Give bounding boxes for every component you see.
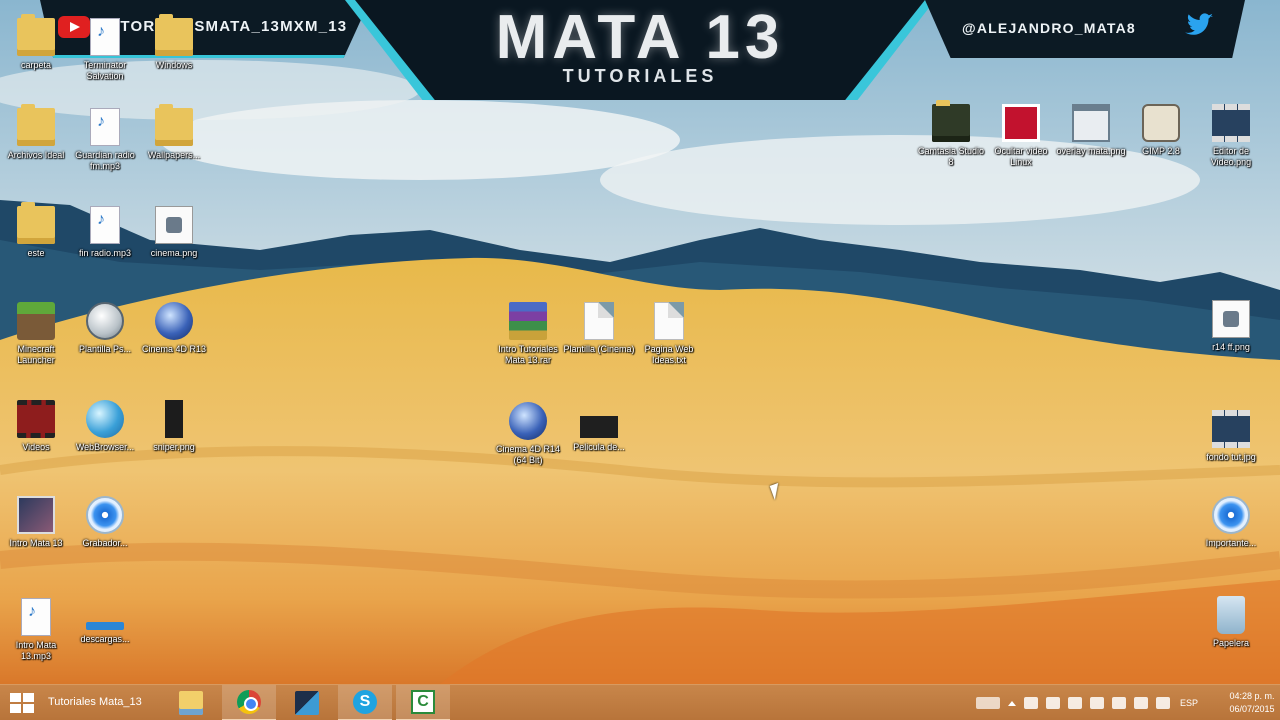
desktop-icon-3[interactable]: Archivos Ideal xyxy=(0,104,72,161)
desktop-icon-4[interactable]: Guardian radio fm.mp3 xyxy=(69,108,141,172)
desktop-icon-17[interactable]: Intro Mata 13.mp3 xyxy=(0,598,72,662)
desktop-icon-21[interactable]: Pagina Web Ideas.txt xyxy=(633,302,705,366)
clock[interactable]: 04:28 p. m. 06/07/2015 xyxy=(1228,690,1276,716)
desktop-icon-30[interactable]: fondo tut.jpg xyxy=(1195,410,1267,463)
desktop-icon-28[interactable]: Editor de Video.png xyxy=(1195,104,1267,168)
desktop-icon-18[interactable]: descargas... xyxy=(69,598,141,645)
clock-date: 06/07/2015 xyxy=(1229,704,1275,714)
round-app-icon xyxy=(86,302,124,340)
desktop-icon-11[interactable]: Cinema 4D R13 xyxy=(138,302,210,355)
desktop-icon-16[interactable]: Grabador... xyxy=(69,496,141,549)
desktop-icon-25[interactable]: Ocultar video Linux xyxy=(985,104,1057,168)
folder-icon xyxy=(17,14,55,56)
gimp-icon xyxy=(1142,104,1180,142)
desktop-icon-5[interactable]: Wallpapers... xyxy=(138,104,210,161)
tool-app-icon xyxy=(295,691,319,715)
recycle-bin-icon xyxy=(1217,596,1245,634)
cinema4d-icon xyxy=(509,402,547,440)
desktop-icon-8[interactable]: cinema.png xyxy=(138,206,210,259)
start-button[interactable] xyxy=(8,691,38,715)
file-explorer-icon xyxy=(179,691,203,715)
camtasia-icon: C xyxy=(411,690,435,714)
winrar-icon xyxy=(509,302,547,340)
taskbar-skype[interactable]: S xyxy=(338,685,392,720)
globe-icon xyxy=(86,400,124,438)
network-icon[interactable] xyxy=(1090,697,1104,709)
desktop-icon-31[interactable]: Importante... xyxy=(1195,496,1267,549)
minecraft-icon xyxy=(17,302,55,340)
film-icon xyxy=(1212,104,1250,142)
folder-icon xyxy=(17,202,55,244)
desktop-icon-10[interactable]: Plantilla Ps... xyxy=(69,302,141,355)
desktop-icon-22[interactable]: Cinema 4D R14 (64 Bit) xyxy=(492,402,564,466)
desktop-icon-15[interactable]: Intro Mata 13 xyxy=(0,496,72,549)
skype-icon: S xyxy=(353,690,377,714)
png-icon xyxy=(155,206,193,244)
desktop-icon-14[interactable]: sniper.png xyxy=(138,400,210,453)
film-icon xyxy=(1212,410,1250,448)
banner-title: MATA 13 xyxy=(495,3,785,72)
desktop-icon-0[interactable]: carpeta xyxy=(0,14,72,71)
camtasia-folder-icon xyxy=(932,100,970,142)
desktop-icon-20[interactable]: Plantilla (Cinema) xyxy=(563,302,635,355)
sniper-image-icon xyxy=(165,400,183,438)
monitor-icon[interactable] xyxy=(1112,697,1126,709)
taskbar-tool[interactable] xyxy=(280,685,334,720)
app-tray-icon[interactable] xyxy=(1068,697,1082,709)
desktop-icon-12[interactable]: Videos xyxy=(0,400,72,453)
folder-icon xyxy=(155,14,193,56)
mp3-icon xyxy=(21,598,51,636)
desktop-icon-27[interactable]: GIMP 2.8 xyxy=(1125,104,1197,157)
show-hidden-icons-icon[interactable] xyxy=(1008,700,1016,706)
desktop-icon-2[interactable]: Windows xyxy=(138,14,210,71)
folder-icon xyxy=(17,104,55,146)
mp3-icon xyxy=(90,18,120,56)
windows-flag-icon[interactable] xyxy=(1046,697,1060,709)
disc-icon xyxy=(1212,496,1250,534)
photo-icon xyxy=(17,496,55,534)
twitter-icon xyxy=(1185,13,1213,35)
taskbar-file-explorer[interactable] xyxy=(164,685,218,720)
clock-time: 04:28 p. m. xyxy=(1229,691,1275,701)
chrome-icon xyxy=(237,690,261,714)
desktop-icon-32[interactable]: Papelera xyxy=(1195,596,1267,649)
desktop-icon-19[interactable]: Intro Tutoriales Mata 13.rar xyxy=(492,302,564,366)
desktop-icon-1[interactable]: Terminator Salvation xyxy=(69,18,141,82)
desktop-icon-13[interactable]: WebBrowser... xyxy=(69,400,141,453)
desktop-icon-29[interactable]: r14 ff.png xyxy=(1195,300,1267,353)
disc-icon xyxy=(86,496,124,534)
folder-icon xyxy=(155,104,193,146)
cinema4d-icon xyxy=(155,302,193,340)
window-image-icon xyxy=(1072,104,1110,142)
banner-subtitle: TUTORIALES xyxy=(562,66,718,86)
taskbar: Tutoriales Mata_13 S C ESP 04:28 p. m. 0… xyxy=(0,684,1280,720)
desktop-icon-24[interactable]: Camtasia Studio 8 xyxy=(915,100,987,168)
desktop-icon-7[interactable]: fin radio.mp3 xyxy=(69,206,141,259)
dropbox-icon[interactable] xyxy=(1024,697,1038,709)
system-tray: ESP xyxy=(972,685,1204,720)
image-icon xyxy=(580,416,618,438)
taskbar-camtasia[interactable]: C xyxy=(396,685,450,720)
desktop-icon-6[interactable]: este xyxy=(0,202,72,259)
banner-twitter-handle: @ALEJANDRO_MATA8 xyxy=(962,20,1136,36)
taskbar-chrome[interactable] xyxy=(222,685,276,720)
language-indicator[interactable]: ESP xyxy=(1180,698,1198,708)
video-icon xyxy=(17,400,55,438)
mp3-icon xyxy=(90,206,120,244)
desktop-icon-23[interactable]: Pelicula de... xyxy=(563,402,635,453)
video-tile-icon xyxy=(1002,104,1040,142)
desktop-icon-26[interactable]: overlay mata.png xyxy=(1055,104,1127,157)
volume-icon[interactable] xyxy=(1156,697,1170,709)
png-icon xyxy=(1212,300,1250,338)
document-icon xyxy=(654,302,684,340)
desktop-icon-9[interactable]: Minecraft Launcher xyxy=(0,302,72,366)
active-window-title[interactable]: Tutoriales Mata_13 xyxy=(48,696,142,708)
keyboard-icon[interactable] xyxy=(976,697,1000,709)
action-center-icon[interactable] xyxy=(1134,697,1148,709)
document-icon xyxy=(584,302,614,340)
shortcut-bar-icon xyxy=(86,622,124,630)
mp3-icon xyxy=(90,108,120,146)
